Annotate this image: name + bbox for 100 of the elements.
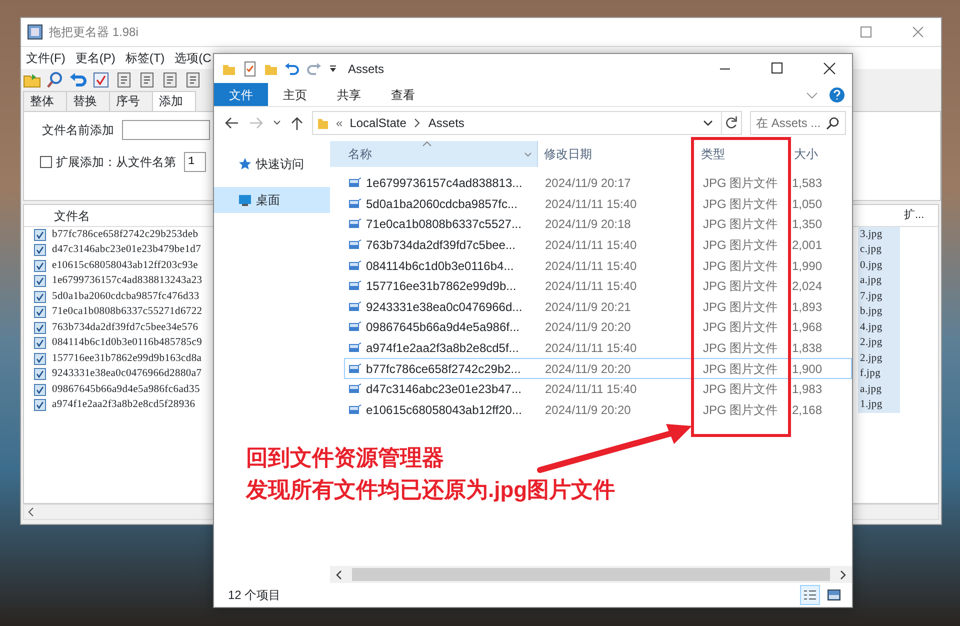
- view-button[interactable]: [800, 585, 820, 605]
- checkbox-icon[interactable]: [92, 71, 110, 89]
- search-icon[interactable]: [46, 71, 64, 89]
- menu-item[interactable]: 标签(T): [125, 49, 165, 67]
- image-file-icon: [348, 402, 362, 417]
- annotation-text: 回到文件资源管理器: [246, 444, 445, 472]
- file-name: 763b734da2df39fd7c5bee34e576: [52, 320, 198, 335]
- file-row[interactable]: 1e6799736157c4ad838813... 2024/11/9 20:17 JPG 图片文件 1,583: [344, 173, 852, 194]
- dropdown-icon[interactable]: [328, 62, 338, 74]
- search-field[interactable]: 在 Assets ...: [750, 111, 846, 135]
- file-row[interactable]: 5d0a1ba2060cdcba9857fc... 2024/11/11 15:40 JPG 图片文件 1,050: [344, 194, 852, 214]
- file-name: 2.jpg: [858, 350, 900, 367]
- checkbox[interactable]: [34, 306, 46, 318]
- file-name: a.jpg: [858, 273, 900, 290]
- up-arrow-icon[interactable]: [290, 115, 304, 131]
- thumbnail-view-icon: [827, 589, 841, 601]
- checkbox[interactable]: [40, 156, 52, 168]
- checklist-icon[interactable]: [242, 60, 258, 76]
- file-name: 3.jpg: [858, 226, 900, 243]
- details-view-icon: [803, 589, 817, 601]
- checkbox[interactable]: [34, 244, 46, 256]
- image-file-icon: [348, 196, 362, 211]
- breadcrumb[interactable]: Assets: [428, 114, 464, 132]
- tab[interactable]: 添加: [152, 91, 196, 111]
- ribbon-tab[interactable]: 主页: [268, 83, 322, 106]
- file-row[interactable]: 084114b6c1d0b3e0116b4... 2024/11/11 15:40 JPG 图片文件 1,990: [344, 255, 852, 276]
- image-file-icon: [348, 362, 362, 376]
- path-overflow[interactable]: «: [336, 114, 343, 132]
- tab[interactable]: 整体: [23, 91, 67, 111]
- file-name: c.jpg: [858, 242, 900, 258]
- address-bar[interactable]: « LocalState Assets: [312, 111, 742, 135]
- scrollbar-thumb[interactable]: [352, 568, 830, 581]
- undo-icon[interactable]: [69, 71, 87, 89]
- scroll-right-icon[interactable]: [838, 568, 848, 580]
- file-row[interactable]: d47c3146abc23e01e23b47... 2024/11/11 15:40 JPG 图片文件 1,983: [344, 378, 852, 400]
- checkbox[interactable]: [34, 260, 46, 272]
- file-name: 5d0a1ba2060cdcba9857fc476d33: [52, 290, 200, 304]
- desktop-icon: [238, 193, 252, 207]
- checkbox[interactable]: [34, 275, 46, 288]
- file-row[interactable]: 71e0ca1b0808b6337c5527... 2024/11/9 20:18 JPG 图片文件 1,350: [344, 214, 852, 235]
- checkbox[interactable]: [34, 399, 46, 412]
- file-row[interactable]: b77fc786ce658f2742c29b2... 2024/11/9 20:20 JPG 图片文件 1,900: [344, 358, 852, 379]
- breadcrumb[interactable]: LocalState: [350, 114, 406, 132]
- document-icon[interactable]: [161, 71, 179, 89]
- checkbox[interactable]: [34, 337, 46, 350]
- image-file-icon: [348, 258, 362, 273]
- file-name: 09867645b66a9d4e5a986fc6ad35: [52, 382, 200, 397]
- field-label: 文件名前添加: [42, 122, 114, 139]
- file-name: f.jpg: [858, 366, 900, 382]
- file-row[interactable]: 9243331e38ea0c0476966d... 2024/11/9 20:21 JPG 图片文件 1,893: [344, 296, 852, 318]
- file-row[interactable]: 763b734da2df39fd7c5bee... 2024/11/11 15:40 JPG 图片文件 2,001: [344, 234, 852, 256]
- checkbox[interactable]: [34, 290, 46, 303]
- file-name: d47c3146abc23e01e23b479be1d7: [52, 243, 202, 258]
- back-arrow-icon[interactable]: [224, 115, 240, 131]
- checkbox[interactable]: [34, 384, 46, 396]
- file-row[interactable]: e10615c68058043ab12ff20... 2024/11/9 20:20 JPG 图片文件 2,168: [344, 400, 852, 420]
- checkbox[interactable]: [34, 368, 46, 380]
- column-header[interactable]: 修改日期: [538, 141, 695, 167]
- app-icon: [27, 24, 43, 40]
- folder-icon[interactable]: [23, 71, 41, 89]
- ribbon-tab[interactable]: 共享: [322, 83, 376, 106]
- ribbon-tab[interactable]: 文件: [214, 83, 268, 106]
- document-icon[interactable]: [138, 71, 156, 89]
- prefix-input-field[interactable]: [122, 120, 210, 140]
- menu-item[interactable]: 文件(F): [26, 49, 66, 67]
- column-header[interactable]: 扩...: [904, 207, 924, 224]
- checkbox[interactable]: [34, 228, 46, 241]
- file-name: 4.jpg: [858, 320, 900, 336]
- file-row[interactable]: 157716ee31b7862e99d9b... 2024/11/11 15:40 JPG 图片文件 2,024: [344, 276, 852, 297]
- column-header[interactable]: 文件名: [54, 206, 90, 224]
- scroll-left-icon[interactable]: [334, 568, 344, 580]
- window-title: 拖把更名器 1.98i: [49, 24, 138, 41]
- checkbox[interactable]: [34, 352, 46, 365]
- position-input-field[interactable]: 1: [184, 152, 206, 172]
- file-row[interactable]: 09867645b66a9d4e5a986f... 2024/11/9 20:20 JPG 图片文件 1,968: [344, 317, 852, 338]
- column-header[interactable]: 名称: [330, 141, 538, 167]
- file-name: 084114b6c1d0b3e0116b485785c9: [52, 336, 202, 350]
- column-header[interactable]: 大小: [788, 141, 848, 167]
- document-icon[interactable]: [115, 71, 133, 89]
- nav-item[interactable]: 桌面: [214, 187, 330, 213]
- checkbox[interactable]: [34, 322, 46, 334]
- file-name: b77fc786ce658f2742c29b253deb: [52, 228, 198, 242]
- ribbon-tab[interactable]: 查看: [376, 83, 430, 106]
- file-name: 2.jpg: [858, 335, 900, 352]
- search-icon: [826, 116, 840, 130]
- menu-item[interactable]: 更名(P): [75, 49, 116, 67]
- annotation-text: 发现所有文件均已还原为.jpg图片文件: [246, 476, 616, 504]
- file-name: 157716ee31b7862e99d9b163cd8a: [52, 352, 202, 366]
- file-name: 71e0ca1b0808b6337c55271d6722: [52, 305, 202, 320]
- undo-icon[interactable]: [284, 60, 300, 76]
- nav-item[interactable]: 快速访问: [214, 151, 330, 177]
- file-name: 1.jpg: [858, 397, 900, 414]
- file-name: 1e6799736157c4ad838813243a23: [52, 274, 202, 288]
- column-header[interactable]: 类型: [695, 141, 786, 167]
- file-row[interactable]: a974f1e2aa2f3a8b2e8cd5f... 2024/11/11 15:40 JPG 图片文件 1,838: [344, 338, 852, 358]
- image-file-icon: [348, 300, 362, 314]
- file-name: 7.jpg: [858, 288, 900, 305]
- menu-item[interactable]: 选项(C: [174, 49, 212, 67]
- document-icon[interactable]: [184, 71, 202, 89]
- file-name: a974f1e2aa2f3a8b2e8cd5f28936: [52, 398, 196, 412]
